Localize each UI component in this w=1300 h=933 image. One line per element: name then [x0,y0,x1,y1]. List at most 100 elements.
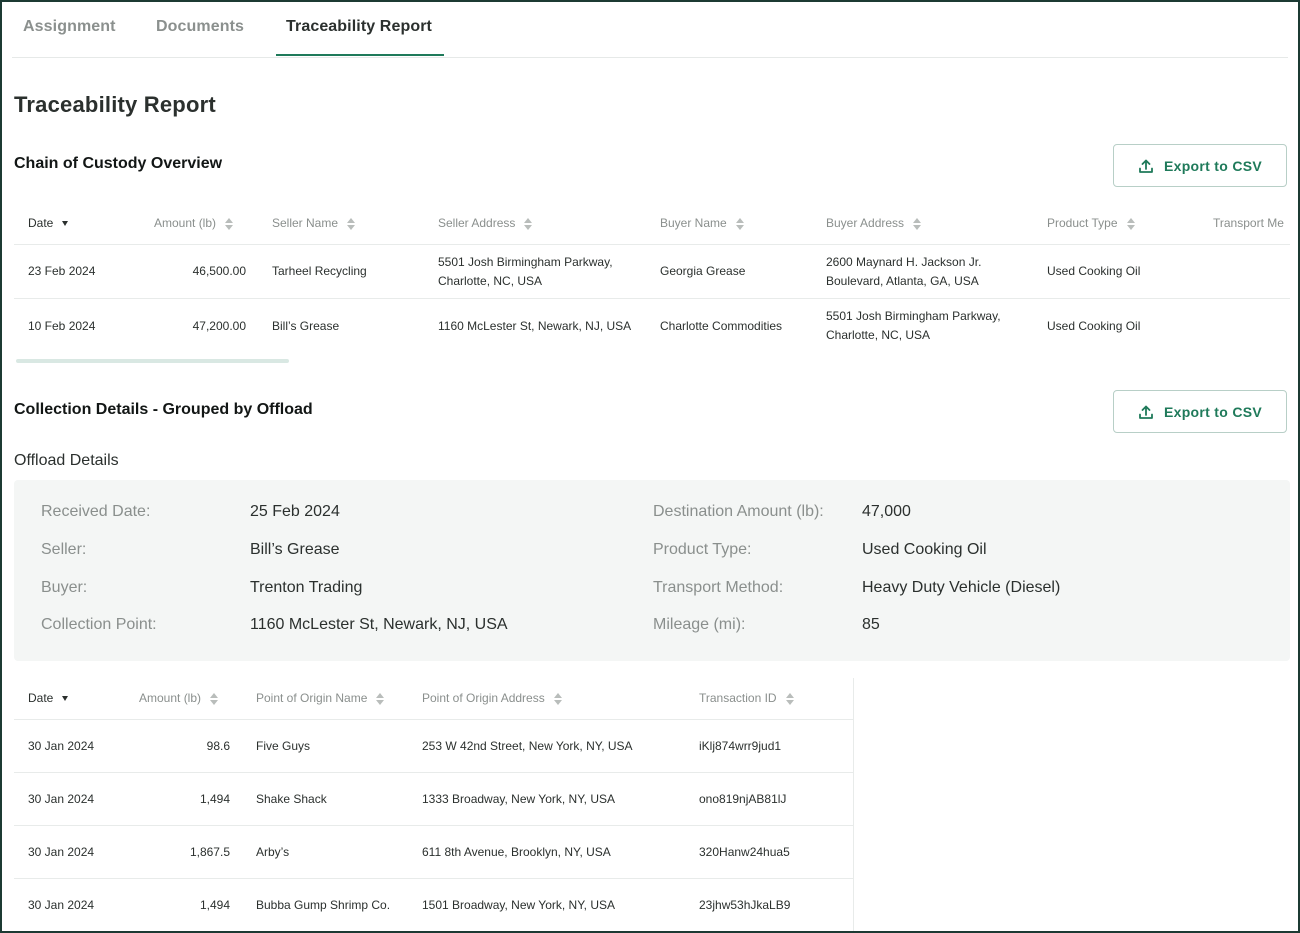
buyer-value: Trenton Trading [250,579,363,596]
received-date-label: Received Date: [41,503,151,520]
collection-details-table: Date Amount (lb) Point of Origin Name Po… [14,678,854,931]
table-header: Date Amount (lb) Point of Origin Name Po… [14,678,853,720]
cell-seller-address: 5501 Josh Birmingham Parkway, Charlotte, … [438,254,613,288]
upload-icon [1139,405,1153,419]
upload-icon [1139,159,1153,173]
cell-seller-name: Bill’s Grease [272,318,340,333]
cell-amount: 1,494 [199,898,230,912]
sort-icon [553,692,562,706]
column-header-buyer-name[interactable]: Buyer Name [660,203,744,244]
chain-of-custody-table: Date Amount (lb) Seller Name Seller Addr… [14,203,1290,353]
table-header: Date Amount (lb) Seller Name Seller Addr… [14,203,1290,245]
active-tab-indicator [276,54,444,56]
cell-date: 23 Feb 2024 [28,264,96,278]
transport-method-value: Heavy Duty Vehicle (Diesel) [862,579,1061,596]
cell-origin-name: Five Guys [256,738,311,753]
export-button-label: Export to CSV [1163,157,1263,174]
horizontal-scrollbar[interactable] [16,359,289,363]
mileage-value: 85 [862,616,880,633]
sort-icon [347,217,356,231]
app-frame: Assignment Documents Traceability Report… [0,0,1300,933]
tab-documents[interactable]: Documents [156,18,244,36]
cell-buyer-name: Charlotte Commodities [660,318,783,333]
column-header-date[interactable]: Date [28,678,69,719]
collection-details-title: Collection Details - Grouped by Offload [14,401,313,418]
seller-label: Seller: [41,541,87,558]
column-header-amount[interactable]: Amount (lb) [139,678,219,719]
column-header-origin-address[interactable]: Point of Origin Address [422,678,562,719]
cell-origin-address: 1333 Broadway, New York, NY, USA [422,791,615,806]
received-date-value: 25 Feb 2024 [250,503,340,520]
cell-transaction-id: 320Hanw24hua5 [699,844,790,859]
cell-origin-address: 1501 Broadway, New York, NY, USA [422,898,615,912]
sort-desc-icon [62,221,69,226]
sort-icon [913,217,922,231]
cell-transaction-id: 23jhw53hJkaLB9 [699,898,791,912]
sort-icon [785,692,794,706]
column-header-buyer-address[interactable]: Buyer Address [826,203,922,244]
table-row: 30 Jan 2024 1,867.5 Arby’s 611 8th Avenu… [14,826,853,879]
column-header-transaction-id[interactable]: Transaction ID [699,678,794,719]
tab-traceability-report[interactable]: Traceability Report [286,18,432,36]
offload-details-panel: Received Date: 25 Feb 2024 Seller: Bill’… [14,480,1290,661]
cell-buyer-address: 5501 Josh Birmingham Parkway, Charlotte, … [826,309,1001,342]
cell-product-type: Used Cooking Oil [1047,318,1141,333]
sort-desc-icon [62,696,69,701]
sort-icon [524,217,533,231]
cell-product-type: Used Cooking Oil [1047,264,1141,278]
cell-origin-name: Shake Shack [256,791,327,806]
table-row: 23 Feb 2024 46,500.00 Tarheel Recycling … [14,245,1290,299]
cell-origin-name: Bubba Gump Shrimp Co. [256,898,391,912]
collection-export-csv-button[interactable]: Export to CSV [1113,390,1287,433]
cell-amount: 47,200.00 [192,318,246,333]
cell-transaction-id: iKlj874wrr9jud1 [699,738,782,753]
column-header-transport-method[interactable]: Transport Me [1213,203,1284,244]
column-header-seller-name[interactable]: Seller Name [272,203,356,244]
table-row: 30 Jan 2024 98.6 Five Guys 253 W 42nd St… [14,720,853,773]
destination-amount-label: Destination Amount (lb): [653,503,824,520]
cell-origin-address: 611 8th Avenue, Brooklyn, NY, USA [422,844,611,859]
cell-amount: 98.6 [206,738,230,753]
cell-buyer-address: 2600 Maynard H. Jackson Jr. Boulevard, At… [826,254,982,288]
cell-amount: 1,867.5 [189,844,230,859]
transport-method-label: Transport Method: [653,579,784,596]
column-header-amount[interactable]: Amount (lb) [154,203,234,244]
table-row: 30 Jan 2024 1,494 Bubba Gump Shrimp Co. … [14,879,853,931]
mileage-label: Mileage (mi): [653,616,746,633]
cell-buyer-name: Georgia Grease [660,264,746,278]
cell-origin-address: 253 W 42nd Street, New York, NY, USA [422,738,633,753]
column-header-seller-address[interactable]: Seller Address [438,203,533,244]
cell-amount: 46,500.00 [192,264,246,278]
table-row: 30 Jan 2024 1,494 Shake Shack 1333 Broad… [14,773,853,826]
table-row: 10 Feb 2024 47,200.00 Bill’s Grease 1160… [14,299,1290,353]
sort-icon [225,217,234,231]
cell-date: 30 Jan 2024 [28,738,95,753]
chain-of-custody-title: Chain of Custody Overview [14,155,223,172]
tab-assignment[interactable]: Assignment [23,18,116,36]
product-type-label: Product Type: [653,541,752,558]
cell-seller-address: 1160 McLester St, Newark, NJ, USA [438,318,632,333]
cell-origin-name: Arby’s [256,844,290,859]
seller-value: Bill’s Grease [250,541,340,558]
page-title: Traceability Report [14,92,216,117]
column-header-date[interactable]: Date [28,203,69,244]
cell-date: 10 Feb 2024 [28,318,96,333]
collection-point-label: Collection Point: [41,616,157,633]
chain-export-csv-button[interactable]: Export to CSV [1113,144,1287,187]
column-header-origin-name[interactable]: Point of Origin Name [256,678,385,719]
collection-point-value: 1160 McLester St, Newark, NJ, USA [250,616,508,633]
sort-icon [210,692,219,706]
cell-date: 30 Jan 2024 [28,791,95,806]
tab-bar: Assignment Documents Traceability Report [12,2,1288,58]
destination-amount-value: 47,000 [862,503,911,520]
sort-icon [376,692,385,706]
product-type-value: Used Cooking Oil [862,541,987,558]
cell-date: 30 Jan 2024 [28,844,95,859]
sort-icon [1126,217,1135,231]
column-header-product-type[interactable]: Product Type [1047,203,1135,244]
buyer-label: Buyer: [41,579,88,596]
export-button-label: Export to CSV [1163,403,1263,420]
cell-transaction-id: ono819njAB81lJ [699,791,787,806]
offload-details-label: Offload Details [14,452,119,469]
cell-seller-name: Tarheel Recycling [272,264,367,278]
